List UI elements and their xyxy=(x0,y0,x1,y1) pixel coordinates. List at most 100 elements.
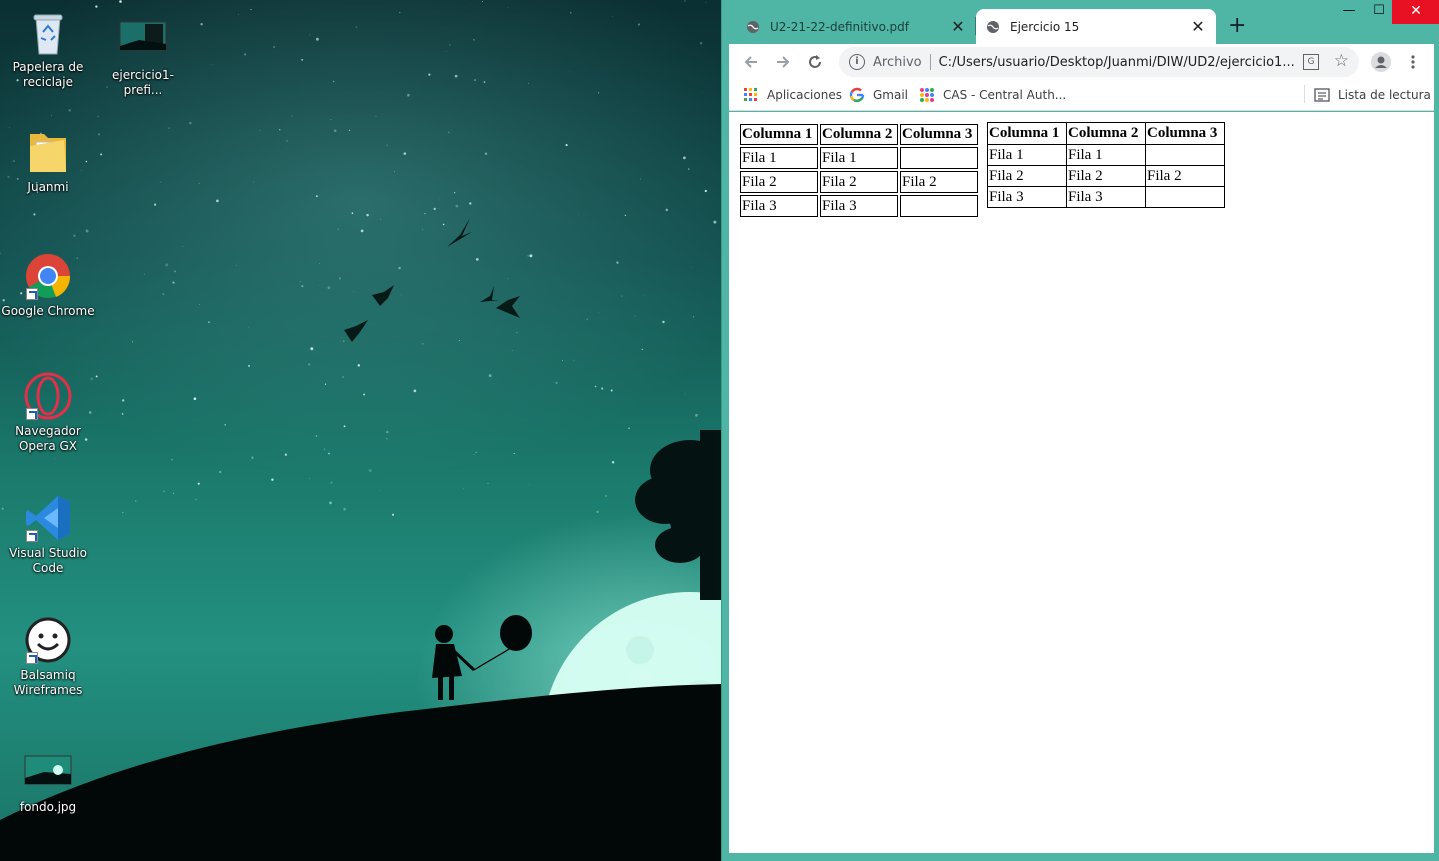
table-cell xyxy=(900,195,978,217)
table-cell: Fila 2 xyxy=(1066,165,1146,187)
arrow-right-icon xyxy=(777,56,790,68)
info-icon[interactable]: i xyxy=(849,54,865,70)
table-cell: Fila 3 xyxy=(820,195,898,217)
table-cell: Fila 2 xyxy=(820,171,898,193)
shortcut-arrow-icon xyxy=(26,408,38,420)
kebab-menu-icon xyxy=(1411,55,1415,69)
profile-button[interactable] xyxy=(1369,50,1393,74)
table-row: Fila 3 Fila 3 xyxy=(740,195,978,217)
translate-icon[interactable]: G xyxy=(1303,54,1319,70)
desktop-icon-label: Juanmi xyxy=(27,180,69,194)
hill-silhouette xyxy=(0,684,721,861)
bookmark-label: Aplicaciones xyxy=(767,88,842,102)
table-cell: Fila 2 xyxy=(900,171,978,193)
desktop-icon-label: Visual Studio Code xyxy=(9,546,87,575)
bookmark-aplicaciones[interactable]: Aplicaciones xyxy=(743,86,842,104)
desktop-icon-label: Balsamiq Wireframes xyxy=(13,668,83,697)
address-divider xyxy=(929,54,931,70)
folder-icon xyxy=(24,128,72,176)
reading-list-button[interactable]: Lista de lectura xyxy=(1314,86,1431,104)
column-header: Columna 3 xyxy=(900,124,978,145)
new-tab-button[interactable]: + xyxy=(1228,14,1246,38)
table-cell: Fila 3 xyxy=(1066,186,1146,208)
desktop-icon-balsamiq[interactable]: Balsamiq Wireframes xyxy=(0,616,96,698)
cas-icon xyxy=(919,87,935,103)
desktop-icon-google-chrome[interactable]: Google Chrome xyxy=(0,252,96,319)
globe-icon xyxy=(986,20,1000,34)
bookmark-gmail[interactable]: Gmail xyxy=(849,86,908,104)
column-header: Columna 1 xyxy=(987,122,1067,145)
tab-strip: U2-21-22-definitivo.pdf ✕ Ejercicio 15 ✕… xyxy=(722,0,1439,44)
tab-title: Ejercicio 15 xyxy=(1010,19,1080,34)
desktop-icon-opera-gx[interactable]: Navegador Opera GX xyxy=(0,372,96,454)
forward-button[interactable] xyxy=(771,50,795,74)
address-scheme: Archivo xyxy=(873,54,922,70)
desktop-icon-fondo[interactable]: fondo.jpg xyxy=(0,748,96,815)
table-cell: Fila 3 xyxy=(740,195,818,217)
table-cell xyxy=(1145,144,1225,166)
opera-gx-icon xyxy=(24,372,72,420)
vscode-icon xyxy=(24,494,72,542)
desktop-icon-recycle-bin[interactable]: Papelera de reciclaje xyxy=(0,8,96,90)
tree-silhouette xyxy=(635,430,721,600)
table-cell: Fila 1 xyxy=(740,147,818,169)
tab-pdf[interactable]: U2-21-22-definitivo.pdf ✕ xyxy=(736,9,976,44)
bookmarks-bar: Aplicaciones Gmail CAS - Central Auth...… xyxy=(729,80,1434,111)
google-icon xyxy=(849,87,865,103)
shortcut-arrow-icon xyxy=(26,652,38,664)
column-header: Columna 2 xyxy=(1066,122,1146,145)
desktop-icon-vscode[interactable]: Visual Studio Code xyxy=(0,494,96,576)
desktop-background: Papelera de reciclaje ejercicio1-prefi..… xyxy=(0,0,721,861)
bookmarks-divider xyxy=(1304,85,1305,103)
table-cell: Fila 1 xyxy=(987,144,1067,166)
address-bar[interactable]: i Archivo C:/Users/usuario/Desktop/Juanm… xyxy=(839,47,1359,77)
bookmark-label: CAS - Central Auth... xyxy=(943,88,1067,102)
bookmark-star-icon[interactable]: ☆ xyxy=(1334,51,1349,71)
profile-avatar-icon xyxy=(1371,52,1391,72)
reload-button[interactable] xyxy=(803,50,827,74)
column-header: Columna 2 xyxy=(820,124,898,145)
table-cell: Fila 3 xyxy=(987,186,1067,208)
table-cell: Fila 2 xyxy=(740,171,818,193)
table-row: Fila 1 Fila 1 xyxy=(740,147,978,169)
table-cell xyxy=(1145,186,1225,208)
table-row: Fila 2 Fila 2 Fila 2 xyxy=(740,171,978,193)
minimize-button[interactable]: — xyxy=(1332,0,1366,24)
reload-icon xyxy=(809,55,821,68)
desktop-icon-ejercicio1[interactable]: ejercicio1-prefi... xyxy=(95,16,191,98)
reading-list-label: Lista de lectura xyxy=(1338,88,1431,102)
browser-toolbar: i Archivo C:/Users/usuario/Desktop/Juanm… xyxy=(729,44,1434,80)
shortcut-arrow-icon xyxy=(26,288,38,300)
apps-grid-icon xyxy=(743,87,759,103)
table-header-row: Columna 1 Columna 2 Columna 3 xyxy=(987,122,1225,145)
back-button[interactable] xyxy=(739,50,763,74)
globe-icon xyxy=(746,20,760,34)
desktop-icon-label: fondo.jpg xyxy=(19,800,77,814)
table-cell: Fila 1 xyxy=(1066,144,1146,166)
address-url[interactable]: C:/Users/usuario/Desktop/Juanmi/DIW/UD2/… xyxy=(939,55,1299,70)
page-content: Columna 1 Columna 2 Columna 3 Fila 1 Fil… xyxy=(729,112,1434,853)
image-file-icon xyxy=(24,748,72,796)
child-with-balloon xyxy=(432,615,532,700)
close-tab-icon[interactable]: ✕ xyxy=(950,17,966,36)
shortcut-arrow-icon xyxy=(26,530,38,542)
birds xyxy=(344,218,520,342)
wallpaper-scene xyxy=(0,218,721,861)
table-cell xyxy=(900,147,978,169)
maximize-button[interactable]: ☐ xyxy=(1362,0,1396,24)
bookmark-cas[interactable]: CAS - Central Auth... xyxy=(919,86,1066,104)
close-tab-icon[interactable]: ✕ xyxy=(1190,17,1206,36)
desktop-icon-label: Google Chrome xyxy=(1,304,95,318)
menu-button[interactable] xyxy=(1401,50,1425,74)
table-row: Fila 2 Fila 2 Fila 2 xyxy=(987,165,1225,187)
close-window-button[interactable]: ✕ xyxy=(1392,0,1439,24)
desktop-icon-juanmi-folder[interactable]: Juanmi xyxy=(0,128,96,195)
desktop-icon-label: Navegador Opera GX xyxy=(15,424,81,453)
table-a: Columna 1 Columna 2 Columna 3 Fila 1 Fil… xyxy=(738,122,980,219)
tab-ejercicio-15[interactable]: Ejercicio 15 ✕ xyxy=(976,9,1216,44)
browser-window: U2-21-22-definitivo.pdf ✕ Ejercicio 15 ✕… xyxy=(721,0,1439,861)
table-row: Fila 3 Fila 3 xyxy=(987,186,1225,208)
desktop-icon-label: ejercicio1-prefi... xyxy=(112,68,174,97)
image-file-icon xyxy=(119,16,167,64)
tab-title: U2-21-22-definitivo.pdf xyxy=(770,19,909,34)
